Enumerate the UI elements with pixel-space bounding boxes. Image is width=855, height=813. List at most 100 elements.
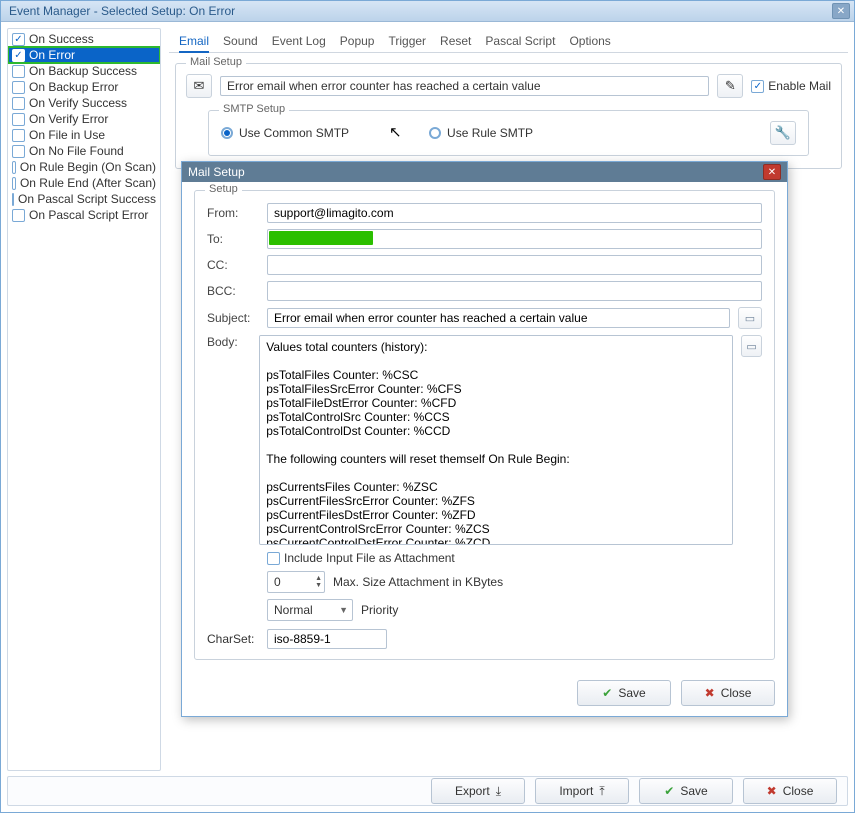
- event-checkbox-icon[interactable]: [12, 33, 25, 46]
- event-item-label: On Rule Begin (On Scan): [20, 160, 156, 174]
- check-icon: ✔: [602, 686, 612, 700]
- event-checkbox-icon[interactable]: [12, 177, 16, 190]
- to-label: To:: [207, 232, 259, 246]
- event-checkbox-icon[interactable]: [12, 97, 25, 110]
- smtp-row: Use Common SMTP ↖ Use Rule SMTP 🔧: [221, 121, 796, 145]
- rule-smtp-radio[interactable]: Use Rule SMTP: [429, 126, 533, 140]
- cc-field[interactable]: [267, 255, 762, 275]
- cursor-area: ↖: [389, 125, 409, 141]
- max-size-stepper[interactable]: 0 ▲▼: [267, 571, 325, 593]
- event-item-3[interactable]: On Backup Error: [8, 79, 160, 95]
- bottom-toolbar: Export ⤓ Import ⤒ ✔ Save ✖ Close: [7, 776, 848, 806]
- event-item-11[interactable]: On Pascal Script Error: [8, 207, 160, 223]
- radio-unchecked-icon: [429, 127, 441, 139]
- event-checkbox-icon[interactable]: [12, 145, 25, 158]
- subject-field[interactable]: [267, 308, 730, 328]
- cc-label: CC:: [207, 258, 259, 272]
- charset-field[interactable]: [267, 629, 387, 649]
- dialog-close-button[interactable]: ✕: [763, 164, 781, 180]
- import-icon: ⤒: [599, 784, 604, 799]
- max-size-label: Max. Size Attachment in KBytes: [333, 575, 503, 589]
- event-checkbox-icon[interactable]: [12, 65, 25, 78]
- dialog-save-button[interactable]: ✔ Save: [577, 680, 671, 706]
- window-title: Event Manager - Selected Setup: On Error: [5, 4, 832, 18]
- body-params-button[interactable]: ▭: [741, 335, 762, 357]
- event-item-7[interactable]: On No File Found: [8, 143, 160, 159]
- event-item-label: On Pascal Script Success: [18, 192, 156, 206]
- event-item-2[interactable]: On Backup Success: [8, 63, 160, 79]
- event-item-4[interactable]: On Verify Success: [8, 95, 160, 111]
- event-item-8[interactable]: On Rule Begin (On Scan): [8, 159, 160, 175]
- from-field[interactable]: [267, 203, 762, 223]
- tab-trigger[interactable]: Trigger: [388, 34, 426, 48]
- enable-mail-checkbox[interactable]: Enable Mail: [751, 79, 831, 93]
- dialog-setup-legend: Setup: [205, 183, 242, 195]
- event-item-label: On Success: [29, 32, 94, 46]
- import-label: Import: [559, 784, 593, 798]
- tab-event-log[interactable]: Event Log: [272, 34, 326, 48]
- event-item-label: On File in Use: [29, 128, 105, 142]
- main-close-button[interactable]: ✖ Close: [743, 778, 837, 804]
- export-label: Export: [455, 784, 490, 798]
- charset-label: CharSet:: [207, 632, 259, 646]
- tab-email[interactable]: Email: [179, 34, 209, 53]
- bcc-label: BCC:: [207, 284, 259, 298]
- close-icon: ✖: [767, 784, 777, 798]
- export-button[interactable]: Export ⤓: [431, 778, 525, 804]
- event-item-label: On Pascal Script Error: [29, 208, 148, 222]
- event-checkbox-icon[interactable]: [12, 209, 25, 222]
- event-item-label: On Verify Error: [29, 112, 108, 126]
- event-checkbox-icon[interactable]: [12, 129, 25, 142]
- dialog-body: Setup From: To: CC: BCC:: [182, 182, 787, 670]
- bcc-field[interactable]: [267, 281, 762, 301]
- tab-popup[interactable]: Popup: [340, 34, 375, 48]
- dialog-titlebar: Mail Setup ✕: [182, 162, 787, 182]
- tab-pascal-script[interactable]: Pascal Script: [485, 34, 555, 48]
- event-item-6[interactable]: On File in Use: [8, 127, 160, 143]
- tab-reset[interactable]: Reset: [440, 34, 471, 48]
- include-attachment-checkbox[interactable]: Include Input File as Attachment: [267, 551, 455, 565]
- tab-options[interactable]: Options: [569, 34, 610, 48]
- subject-label: Subject:: [207, 311, 259, 325]
- chevron-down-icon: ▼: [339, 605, 348, 615]
- mail-description-field[interactable]: [220, 76, 709, 96]
- common-smtp-radio[interactable]: Use Common SMTP: [221, 126, 349, 140]
- event-checkbox-icon[interactable]: [12, 193, 14, 206]
- dialog-buttons: ✔ Save ✖ Close: [182, 670, 787, 716]
- event-item-9[interactable]: On Rule End (After Scan): [8, 175, 160, 191]
- event-item-label: On Error: [29, 48, 75, 62]
- event-item-1[interactable]: On Error: [8, 47, 160, 63]
- import-button[interactable]: Import ⤒: [535, 778, 629, 804]
- mouse-cursor-icon: ↖: [389, 123, 402, 141]
- subject-params-button[interactable]: ▭: [738, 307, 762, 329]
- dialog-setup-group: Setup From: To: CC: BCC:: [194, 190, 775, 660]
- tab-sound[interactable]: Sound: [223, 34, 258, 48]
- event-item-10[interactable]: On Pascal Script Success: [8, 191, 160, 207]
- radio-checked-icon: [221, 127, 233, 139]
- priority-select[interactable]: Normal ▼: [267, 599, 353, 621]
- include-attachment-label: Include Input File as Attachment: [284, 551, 455, 565]
- stepper-arrows-icon[interactable]: ▲▼: [315, 575, 322, 589]
- smtp-settings-button[interactable]: 🔧: [770, 121, 796, 145]
- event-manager-window: Event Manager - Selected Setup: On Error…: [0, 0, 855, 813]
- dialog-close-btn[interactable]: ✖ Close: [681, 680, 775, 706]
- event-checkbox-icon[interactable]: [12, 81, 25, 94]
- dialog-close-label: Close: [721, 686, 752, 700]
- event-item-0[interactable]: On Success: [8, 31, 160, 47]
- event-list[interactable]: On Success On ErrorOn Backup SuccessOn Ba…: [7, 28, 161, 771]
- event-checkbox-icon[interactable]: [12, 49, 25, 62]
- mail-new-icon[interactable]: ✉: [186, 74, 212, 98]
- dialog-title: Mail Setup: [188, 165, 763, 179]
- event-item-label: On Rule End (After Scan): [20, 176, 156, 190]
- mail-edit-icon[interactable]: ✎: [717, 74, 743, 98]
- main-save-button[interactable]: ✔ Save: [639, 778, 733, 804]
- mail-setup-group: Mail Setup ✉ ✎ Enable Mail SMTP Setup: [175, 63, 842, 169]
- body-label: Body:: [207, 335, 251, 349]
- mail-setup-legend: Mail Setup: [186, 56, 246, 68]
- body-field[interactable]: [259, 335, 733, 545]
- common-smtp-label: Use Common SMTP: [239, 126, 349, 140]
- event-checkbox-icon[interactable]: [12, 161, 16, 174]
- event-item-5[interactable]: On Verify Error: [8, 111, 160, 127]
- event-checkbox-icon[interactable]: [12, 113, 25, 126]
- window-close-button[interactable]: ✕: [832, 3, 850, 19]
